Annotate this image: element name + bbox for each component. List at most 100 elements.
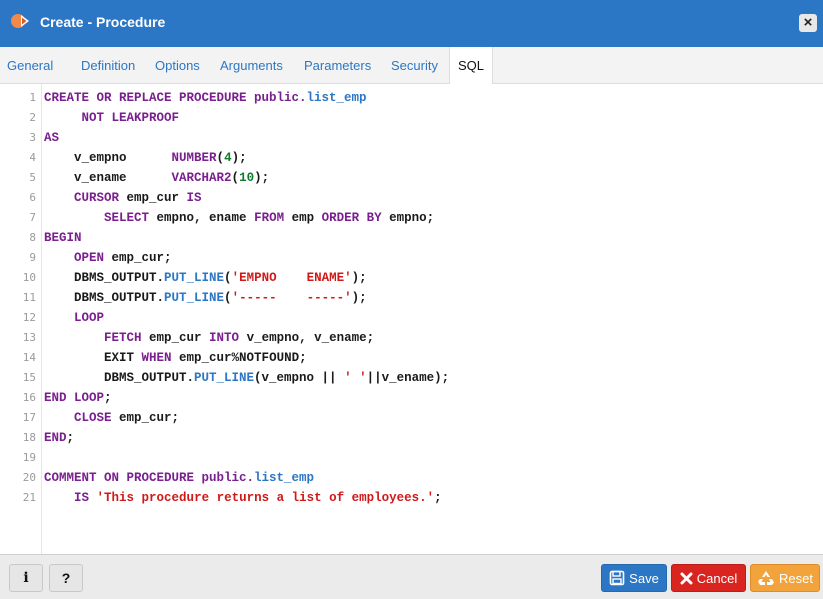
- tab-definition[interactable]: Definition: [81, 47, 135, 84]
- code-token-fn: PUT_LINE: [164, 271, 225, 285]
- code-line: CURSOR emp_cur IS: [44, 188, 202, 208]
- code-token: (v_empno ||: [254, 371, 345, 385]
- code-token-kw: VARCHAR2: [171, 171, 232, 185]
- code-token-kw: AS: [44, 131, 60, 145]
- code-token-fn: list_emp: [306, 91, 367, 105]
- code-token-kw: END LOOP: [44, 391, 105, 405]
- code-line: DBMS_OUTPUT.PUT_LINE(v_empno || ' '||v_e…: [44, 368, 449, 388]
- line-number: 3: [29, 131, 36, 144]
- code-token: (: [231, 171, 240, 185]
- tab-options[interactable]: Options: [155, 47, 200, 84]
- code-token: );: [231, 151, 247, 165]
- code-token: );: [351, 291, 367, 305]
- save-button[interactable]: Save: [601, 564, 667, 592]
- sql-editor[interactable]: 1 2 3 4 5 6 7 8 9 10 11 12 13 14 15 16 17 18 19 20 21 CREATE…: [0, 84, 823, 555]
- code-token: ;: [104, 391, 112, 405]
- code-token-kw: NUMBER: [171, 151, 217, 165]
- code-token: emp_cur: [141, 331, 210, 345]
- code-token: emp_cur: [119, 191, 187, 205]
- code-line: EXIT WHEN emp_cur%NOTFOUND;: [44, 348, 307, 368]
- title-bar[interactable]: Create - Procedure ×: [0, 0, 823, 47]
- code-token-kw: CREATE OR REPLACE PROCEDURE public.: [44, 91, 307, 105]
- code-token: (: [224, 291, 232, 305]
- code-line: NOT LEAKPROOF: [44, 108, 180, 128]
- code-token: empno;: [381, 211, 435, 225]
- code-token: ;: [66, 431, 75, 445]
- code-token-kw: FETCH: [104, 331, 142, 345]
- code-line: END LOOP;: [44, 388, 112, 408]
- close-icon: ×: [803, 14, 813, 31]
- code-token-kw: CURSOR: [74, 191, 120, 205]
- procedure-icon: [11, 14, 29, 28]
- tab-general[interactable]: General: [7, 47, 53, 84]
- line-number: 4: [29, 151, 36, 164]
- code-token-fn: list_emp: [254, 471, 315, 485]
- code-token: v_empno: [44, 151, 172, 165]
- code-token: DBMS_OUTPUT.: [44, 271, 165, 285]
- code-line: COMMENT ON PROCEDURE public.list_emp: [44, 468, 314, 488]
- code-token: emp_cur;: [111, 411, 180, 425]
- code-line: v_ename VARCHAR2(10);: [44, 168, 269, 188]
- code-token: ;: [434, 491, 442, 505]
- code-token: DBMS_OUTPUT.: [44, 291, 165, 305]
- code-token-kw: IS: [74, 491, 90, 505]
- code-token-kw: INTO: [209, 331, 240, 345]
- code-line: FETCH emp_cur INTO v_empno, v_ename;: [44, 328, 374, 348]
- reset-label: Reset: [779, 570, 813, 586]
- code-token-str: 'EMPNO ENAME': [231, 271, 352, 285]
- tab-security[interactable]: Security: [391, 47, 438, 84]
- line-number: 11: [22, 291, 36, 304]
- line-number-gutter: 1 2 3 4 5 6 7 8 9 10 11 12 13 14 15 16 17 18 19 20 21: [0, 84, 42, 554]
- reset-button[interactable]: Reset: [750, 564, 820, 592]
- cancel-label: Cancel: [696, 570, 738, 586]
- save-icon: [609, 570, 625, 586]
- save-label: Save: [629, 570, 659, 586]
- code-token-num: 10: [239, 171, 255, 185]
- cancel-button[interactable]: Cancel: [671, 564, 746, 592]
- line-number: 5: [29, 171, 36, 184]
- line-number: 1: [29, 91, 36, 104]
- code-token: emp_cur;: [104, 251, 172, 265]
- code-token-str: 'This procedure returns a list of employ…: [96, 491, 435, 505]
- code-line: LOOP: [44, 308, 104, 328]
- code-token-str: '----- -----': [231, 291, 352, 305]
- code-token: );: [254, 171, 270, 185]
- line-number: 18: [22, 431, 36, 444]
- code-token: v_ename: [44, 171, 172, 185]
- code-line: CLOSE emp_cur;: [44, 408, 179, 428]
- line-number: 21: [22, 491, 36, 504]
- code-token: emp: [284, 211, 322, 225]
- dialog-title: Create - Procedure: [40, 14, 166, 30]
- code-token: empno, ename: [149, 211, 255, 225]
- code-token-kw: BEGIN: [44, 231, 82, 245]
- code-line: DBMS_OUTPUT.PUT_LINE('----- -----');: [44, 288, 367, 308]
- code-token: DBMS_OUTPUT.: [44, 371, 195, 385]
- line-number: 15: [22, 371, 36, 384]
- code-line: AS: [44, 128, 59, 148]
- line-number: 9: [29, 251, 36, 264]
- line-number: 10: [22, 271, 36, 284]
- line-number: 16: [22, 391, 36, 404]
- tab-sql[interactable]: SQL: [449, 47, 493, 85]
- info-button[interactable]: i: [9, 564, 43, 592]
- line-number: 7: [29, 211, 36, 224]
- tab-parameters[interactable]: Parameters: [304, 47, 371, 84]
- code-token-kw: SELECT: [104, 211, 150, 225]
- code-token-fn: PUT_LINE: [194, 371, 255, 385]
- code-token-kw: NOT LEAKPROOF: [44, 111, 180, 125]
- code-token-kw: FROM: [254, 211, 285, 225]
- close-button[interactable]: ×: [799, 14, 817, 32]
- code-token-str: ' ': [344, 371, 367, 385]
- tab-arguments[interactable]: Arguments: [220, 47, 283, 84]
- help-button[interactable]: ?: [49, 564, 83, 592]
- code-token-fn: PUT_LINE: [164, 291, 225, 305]
- code-token: emp_cur%NOTFOUND;: [171, 351, 307, 365]
- line-number: 14: [22, 351, 36, 364]
